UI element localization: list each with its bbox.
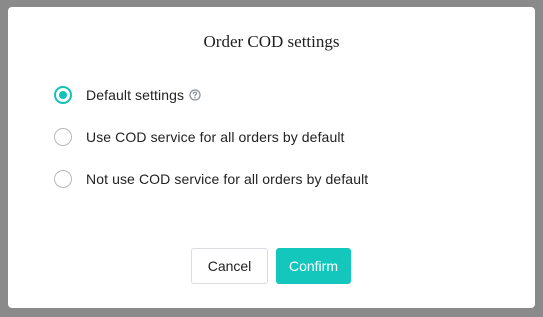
confirm-button[interactable]: Confirm (276, 248, 351, 284)
cancel-button[interactable]: Cancel (191, 248, 268, 284)
radio-not-use-cod-all[interactable] (54, 170, 72, 188)
radio-use-cod-all[interactable] (54, 128, 72, 146)
option-default-settings[interactable]: Default settings (54, 85, 368, 105)
order-cod-settings-dialog: Order COD settings Default settings Use … (8, 7, 535, 308)
radio-default-settings[interactable] (54, 86, 72, 104)
option-not-use-cod-all[interactable]: Not use COD service for all orders by de… (54, 169, 368, 189)
option-label-default-settings: Default settings (86, 87, 185, 103)
cod-option-group: Default settings Use COD service for all… (54, 85, 368, 211)
option-label-use-cod-all: Use COD service for all orders by defaul… (86, 129, 345, 145)
option-use-cod-all[interactable]: Use COD service for all orders by defaul… (54, 127, 368, 147)
option-label-not-use-cod-all: Not use COD service for all orders by de… (86, 171, 369, 187)
question-circle-icon[interactable] (189, 89, 201, 101)
dialog-title: Order COD settings (203, 32, 340, 51)
